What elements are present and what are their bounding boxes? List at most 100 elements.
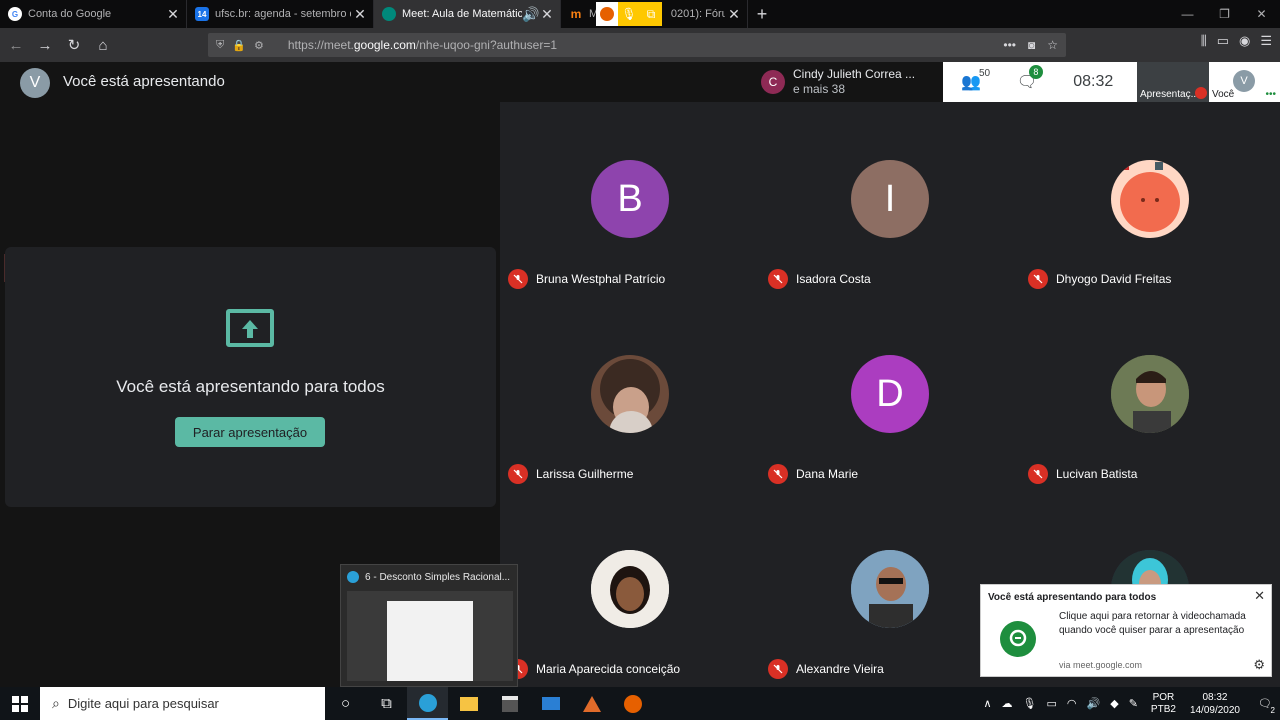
mail-icon[interactable]	[530, 687, 571, 720]
lock-icon[interactable]: 🔒	[232, 39, 246, 52]
self-tile-avatar: V	[1233, 70, 1255, 92]
close-tab-icon[interactable]: ✕	[725, 6, 743, 23]
shield-icon[interactable]: ⛨	[216, 39, 224, 52]
presenting-notification[interactable]: Você está apresentando para todos ✕ Cliq…	[980, 584, 1272, 677]
participant-tile[interactable]: Larissa Guilherme	[500, 297, 760, 492]
presentation-label: Apresentaç...	[1140, 89, 1199, 100]
close-notification-icon[interactable]: ✕	[1254, 588, 1265, 604]
battery-icon[interactable]: ▭	[1047, 697, 1057, 710]
store-icon[interactable]	[489, 687, 530, 720]
reload-icon[interactable]: ↻	[61, 32, 87, 58]
system-tray: ∧ ☁ 🎙 ▭ ◠ 🔊 ◆ ✎ POR PTB2 08:32 14/09/2020 …	[978, 687, 1280, 720]
meet-notification-icon	[1000, 621, 1036, 657]
taskbar-window-preview[interactable]: 6 - Desconto Simples Racional...	[340, 564, 518, 687]
participant-name: Isadora Costa	[796, 272, 871, 286]
chat-badge: 8	[1028, 65, 1043, 79]
screen-share-icon: ⧉	[640, 2, 662, 26]
windows-start-icon[interactable]	[0, 687, 40, 720]
matlab-icon[interactable]	[571, 687, 612, 720]
back-icon[interactable]: ←	[3, 32, 29, 58]
search-placeholder: Digite aqui para pesquisar	[67, 696, 219, 711]
new-tab-button[interactable]: +	[748, 0, 776, 28]
document-page-thumbnail	[387, 601, 473, 681]
tab-google-account[interactable]: G Conta do Google ✕	[0, 0, 187, 28]
tab-moodle-forum[interactable]: m MT0201): Fóru ✕ 🎙 ⧉	[561, 0, 748, 28]
taskbar-search[interactable]: ⌕ Digite aqui para pesquisar	[40, 687, 325, 720]
account-icon[interactable]: ◉	[1239, 33, 1250, 49]
speaker-icon[interactable]: 🔊	[522, 6, 539, 23]
pen-icon[interactable]: ✎	[1129, 697, 1138, 710]
participant-name: Lucivan Batista	[1056, 467, 1138, 481]
file-explorer-icon[interactable]	[448, 687, 489, 720]
forward-icon[interactable]: →	[32, 32, 58, 58]
wifi-icon[interactable]: ◠	[1067, 697, 1077, 710]
participant-tile[interactable]: Maria Aparecida conceição	[500, 492, 760, 687]
tab-title: Conta do Google	[28, 8, 112, 20]
library-icon[interactable]: ⫼	[1201, 33, 1207, 49]
restore-icon[interactable]: ❐	[1206, 0, 1243, 28]
page-actions-icon[interactable]: •••	[1003, 38, 1016, 52]
chat-button[interactable]: 🗨 8	[1017, 65, 1043, 92]
stop-presenting-button[interactable]: Parar apresentação	[175, 417, 325, 447]
people-button[interactable]: 👥 50	[961, 68, 990, 92]
sidebar-icon[interactable]: ▭	[1217, 33, 1229, 49]
close-tab-icon[interactable]: ✕	[538, 6, 556, 23]
bookmark-star-icon[interactable]: ☆	[1047, 38, 1058, 52]
search-icon: ⌕	[52, 695, 60, 711]
muted-mic-icon	[508, 269, 528, 289]
volume-icon[interactable]: 🔊	[1087, 697, 1101, 710]
cortana-icon[interactable]: ○	[325, 687, 366, 720]
notification-count: 2	[1270, 706, 1275, 715]
action-center-icon[interactable]: 🗨 2	[1250, 687, 1280, 720]
meet-header: V Você está apresentando C Cindy Julieth…	[0, 62, 1280, 102]
participant-tile[interactable]: B Bruna Westphal Patrício	[500, 102, 760, 297]
dropbox-icon[interactable]: ◆	[1110, 697, 1118, 710]
input-language[interactable]: POR PTB2	[1151, 692, 1176, 716]
participant-name: Dana Marie	[796, 467, 859, 481]
muted-mic-icon	[508, 464, 528, 484]
participant-name: Bruna Westphal Patrício	[536, 272, 666, 286]
self-presentation-tile[interactable]: Apresentaç...	[1137, 62, 1209, 102]
task-view-icon[interactable]: ⧉	[366, 687, 407, 720]
people-count: 50	[979, 68, 991, 79]
participant-tile[interactable]: D Dana Marie	[760, 297, 1020, 492]
participant-avatar: D	[851, 355, 929, 433]
windows-taskbar: ⌕ Digite aqui para pesquisar ○ ⧉ ∧ ☁ 🎙 ▭…	[0, 687, 1280, 720]
tab-ufsc-agenda[interactable]: 14 ufsc.br: agenda - setembro de ✕	[187, 0, 374, 28]
preview-title: 6 - Desconto Simples Racional...	[365, 571, 511, 583]
self-video-tile[interactable]: V Você •••	[1209, 62, 1280, 102]
participant-tile[interactable]: I Isadora Costa	[760, 102, 1020, 297]
pocket-icon[interactable]: ◙	[1028, 38, 1035, 52]
clock-date[interactable]: 08:32 14/09/2020	[1190, 691, 1240, 717]
more-options-icon[interactable]: •••	[1265, 89, 1276, 100]
close-tab-icon[interactable]: ✕	[351, 6, 369, 23]
speaker-avatar: C	[761, 70, 785, 94]
notification-source: via meet.google.com	[1059, 660, 1143, 670]
permissions-icon[interactable]: ⚙	[254, 39, 264, 52]
address-bar[interactable]: ⛨ 🔒 ⚙ https://meet.google.com/nhe-uqoo-g…	[208, 33, 1066, 57]
close-tab-icon[interactable]: ✕	[164, 6, 182, 23]
speaker-name: Cindy Julieth Correa ...	[793, 67, 916, 81]
muted-mic-icon	[768, 269, 788, 289]
sharing-indicator[interactable]: 🎙 ⧉	[596, 2, 662, 26]
edge-icon	[347, 571, 359, 583]
edge-taskbar-icon[interactable]	[407, 687, 448, 720]
minimize-icon[interactable]: —	[1169, 0, 1206, 28]
participant-name: Dhyogo David Freitas	[1056, 272, 1172, 286]
firefox-taskbar-icon[interactable]	[612, 687, 653, 720]
microphone-tray-icon[interactable]: 🎙	[1023, 697, 1037, 710]
url-text[interactable]: https://meet.google.com/nhe-uqoo-gni?aut…	[288, 38, 557, 52]
cloud-icon[interactable]: ☁	[1002, 697, 1013, 710]
people-icon: 👥	[961, 74, 981, 91]
tray-overflow-icon[interactable]: ∧	[983, 697, 991, 710]
preview-thumbnail	[347, 591, 513, 681]
participant-avatar: B	[591, 160, 669, 238]
tab-meet[interactable]: Meet: Aula de Matemática 🔊 ✕	[374, 0, 561, 28]
participant-tile[interactable]: Dhyogo David Freitas	[1020, 102, 1280, 297]
home-icon[interactable]: ⌂	[90, 32, 116, 58]
notification-body: Clique aqui para retornar à videochamada…	[1059, 611, 1246, 636]
close-window-icon[interactable]: ✕	[1243, 0, 1280, 28]
menu-icon[interactable]: ☰	[1260, 33, 1272, 49]
notification-settings-icon[interactable]: ⚙	[1253, 657, 1265, 673]
participant-tile[interactable]: Lucivan Batista	[1020, 297, 1280, 492]
